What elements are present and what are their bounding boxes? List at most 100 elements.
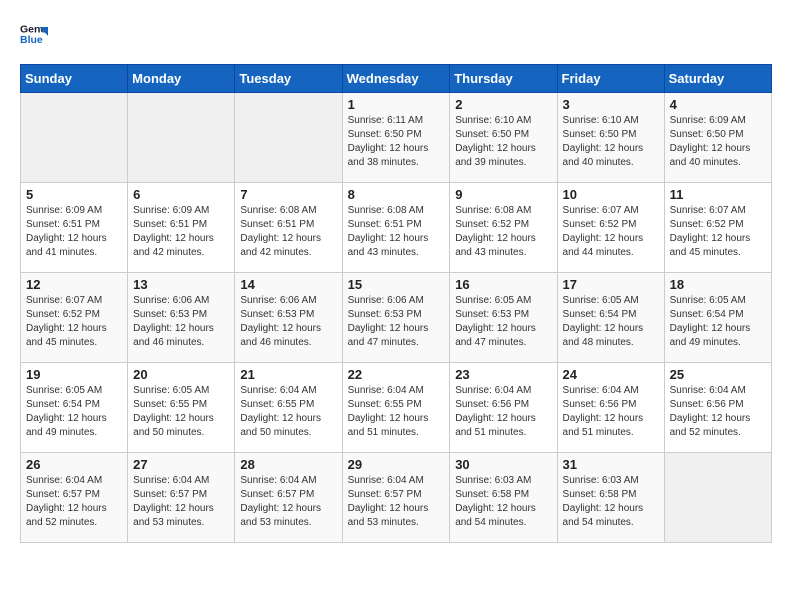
day-info: Sunrise: 6:09 AM Sunset: 6:51 PM Dayligh… xyxy=(133,204,229,260)
day-info: Sunrise: 6:05 AM Sunset: 6:55 PM Dayligh… xyxy=(133,384,229,440)
day-number: 4 xyxy=(670,97,766,112)
day-number: 22 xyxy=(348,367,445,382)
table-row xyxy=(21,93,128,183)
day-number: 15 xyxy=(348,277,445,292)
table-row: 30 Sunrise: 6:03 AM Sunset: 6:58 PM Dayli… xyxy=(450,453,557,543)
day-info: Sunrise: 6:05 AM Sunset: 6:54 PM Dayligh… xyxy=(670,294,766,350)
day-info: Sunrise: 6:06 AM Sunset: 6:53 PM Dayligh… xyxy=(133,294,229,350)
day-info: Sunrise: 6:04 AM Sunset: 6:55 PM Dayligh… xyxy=(348,384,445,440)
table-row: 25 Sunrise: 6:04 AM Sunset: 6:56 PM Dayli… xyxy=(664,363,771,453)
day-number: 9 xyxy=(455,187,551,202)
day-number: 20 xyxy=(133,367,229,382)
table-row: 9 Sunrise: 6:08 AM Sunset: 6:52 PM Daylig… xyxy=(450,183,557,273)
day-info: Sunrise: 6:04 AM Sunset: 6:56 PM Dayligh… xyxy=(670,384,766,440)
table-row: 21 Sunrise: 6:04 AM Sunset: 6:55 PM Dayli… xyxy=(235,363,342,453)
table-row: 29 Sunrise: 6:04 AM Sunset: 6:57 PM Dayli… xyxy=(342,453,450,543)
svg-text:Blue: Blue xyxy=(20,34,43,46)
col-sunday: Sunday xyxy=(21,65,128,93)
day-number: 3 xyxy=(563,97,659,112)
col-saturday: Saturday xyxy=(664,65,771,93)
table-row: 5Sunrise: 6:09 AM Sunset: 6:51 PM Daylig… xyxy=(21,183,128,273)
day-number: 16 xyxy=(455,277,551,292)
page-header: General Blue xyxy=(20,20,772,48)
day-info: Sunrise: 6:05 AM Sunset: 6:53 PM Dayligh… xyxy=(455,294,551,350)
day-info: Sunrise: 6:04 AM Sunset: 6:57 PM Dayligh… xyxy=(26,474,122,530)
table-row: 27 Sunrise: 6:04 AM Sunset: 6:57 PM Dayli… xyxy=(128,453,235,543)
calendar-week-row: 19 Sunrise: 6:05 AM Sunset: 6:54 PM Dayli… xyxy=(21,363,772,453)
day-info: Sunrise: 6:04 AM Sunset: 6:57 PM Dayligh… xyxy=(240,474,336,530)
table-row: 8 Sunrise: 6:08 AM Sunset: 6:51 PM Daylig… xyxy=(342,183,450,273)
col-monday: Monday xyxy=(128,65,235,93)
day-number: 18 xyxy=(670,277,766,292)
day-number: 19 xyxy=(26,367,122,382)
day-info: Sunrise: 6:05 AM Sunset: 6:54 PM Dayligh… xyxy=(563,294,659,350)
table-row: 10 Sunrise: 6:07 AM Sunset: 6:52 PM Dayli… xyxy=(557,183,664,273)
table-row: 18 Sunrise: 6:05 AM Sunset: 6:54 PM Dayli… xyxy=(664,273,771,363)
day-number: 7 xyxy=(240,187,336,202)
calendar-header-row: Sunday Monday Tuesday Wednesday Thursday… xyxy=(21,65,772,93)
table-row: 6 Sunrise: 6:09 AM Sunset: 6:51 PM Daylig… xyxy=(128,183,235,273)
day-info: Sunrise: 6:07 AM Sunset: 6:52 PM Dayligh… xyxy=(670,204,766,260)
day-info: Sunrise: 6:07 AM Sunset: 6:52 PM Dayligh… xyxy=(563,204,659,260)
day-info: Sunrise: 6:04 AM Sunset: 6:56 PM Dayligh… xyxy=(455,384,551,440)
day-info: Sunrise: 6:09 AM Sunset: 6:50 PM Dayligh… xyxy=(670,114,766,170)
day-number: 31 xyxy=(563,457,659,472)
table-row: 31 Sunrise: 6:03 AM Sunset: 6:58 PM Dayli… xyxy=(557,453,664,543)
logo-icon: General Blue xyxy=(20,20,48,48)
day-number: 10 xyxy=(563,187,659,202)
table-row: 22 Sunrise: 6:04 AM Sunset: 6:55 PM Dayli… xyxy=(342,363,450,453)
day-number: 5 xyxy=(26,187,122,202)
table-row: 14Sunrise: 6:06 AM Sunset: 6:53 PM Dayli… xyxy=(235,273,342,363)
day-info: Sunrise: 6:11 AM Sunset: 6:50 PM Dayligh… xyxy=(348,114,445,170)
table-row: 26 Sunrise: 6:04 AM Sunset: 6:57 PM Dayli… xyxy=(21,453,128,543)
day-number: 2 xyxy=(455,97,551,112)
table-row: 11 Sunrise: 6:07 AM Sunset: 6:52 PM Dayli… xyxy=(664,183,771,273)
table-row: 15 Sunrise: 6:06 AM Sunset: 6:53 PM Dayli… xyxy=(342,273,450,363)
day-number: 6 xyxy=(133,187,229,202)
calendar-week-row: 5 Sunrise: 6:09 AM Sunset: 6:51 PM Daylig… xyxy=(21,183,772,273)
col-thursday: Thursday xyxy=(450,65,557,93)
day-info: Sunrise: 6:10 AM Sunset: 6:50 PM Dayligh… xyxy=(455,114,551,170)
day-number: 26 xyxy=(26,457,122,472)
table-row: 2 Sunrise: 6:10 AM Sunset: 6:50 PM Daylig… xyxy=(450,93,557,183)
table-row: 24Sunrise: 6:04 AM Sunset: 6:56 PM Dayli… xyxy=(557,363,664,453)
day-number: 30 xyxy=(455,457,551,472)
table-row: 16 Sunrise: 6:05 AM Sunset: 6:53 PM Dayli… xyxy=(450,273,557,363)
table-row: 23 Sunrise: 6:04 AM Sunset: 6:56 PM Dayli… xyxy=(450,363,557,453)
day-info: Sunrise: 6:10 AM Sunset: 6:50 PM Dayligh… xyxy=(563,114,659,170)
day-number: 29 xyxy=(348,457,445,472)
day-number: 13 xyxy=(133,277,229,292)
day-info: Sunrise: 6:03 AM Sunset: 6:58 PM Dayligh… xyxy=(563,474,659,530)
day-number: 25 xyxy=(670,367,766,382)
day-number: 23 xyxy=(455,367,551,382)
table-row: 28 Sunrise: 6:04 AM Sunset: 6:57 PM Dayli… xyxy=(235,453,342,543)
table-row: 3 Sunrise: 6:10 AM Sunset: 6:50 PM Daylig… xyxy=(557,93,664,183)
calendar-week-row: 12Sunrise: 6:07 AM Sunset: 6:52 PM Dayli… xyxy=(21,273,772,363)
day-info: Sunrise: 6:03 AM Sunset: 6:58 PM Dayligh… xyxy=(455,474,551,530)
table-row: 17 Sunrise: 6:05 AM Sunset: 6:54 PM Dayli… xyxy=(557,273,664,363)
day-number: 27 xyxy=(133,457,229,472)
day-number: 8 xyxy=(348,187,445,202)
day-info: Sunrise: 6:04 AM Sunset: 6:57 PM Dayligh… xyxy=(348,474,445,530)
day-info: Sunrise: 6:05 AM Sunset: 6:54 PM Dayligh… xyxy=(26,384,122,440)
table-row xyxy=(235,93,342,183)
table-row xyxy=(128,93,235,183)
day-number: 21 xyxy=(240,367,336,382)
day-info: Sunrise: 6:04 AM Sunset: 6:55 PM Dayligh… xyxy=(240,384,336,440)
day-info: Sunrise: 6:04 AM Sunset: 6:56 PM Dayligh… xyxy=(563,384,659,440)
day-number: 28 xyxy=(240,457,336,472)
day-info: Sunrise: 6:04 AM Sunset: 6:57 PM Dayligh… xyxy=(133,474,229,530)
table-row xyxy=(664,453,771,543)
table-row: 20 Sunrise: 6:05 AM Sunset: 6:55 PM Dayli… xyxy=(128,363,235,453)
day-info: Sunrise: 6:08 AM Sunset: 6:52 PM Dayligh… xyxy=(455,204,551,260)
table-row: 13 Sunrise: 6:06 AM Sunset: 6:53 PM Dayli… xyxy=(128,273,235,363)
calendar-week-row: 26 Sunrise: 6:04 AM Sunset: 6:57 PM Dayli… xyxy=(21,453,772,543)
day-number: 17 xyxy=(563,277,659,292)
day-number: 12 xyxy=(26,277,122,292)
col-friday: Friday xyxy=(557,65,664,93)
day-info: Sunrise: 6:08 AM Sunset: 6:51 PM Dayligh… xyxy=(348,204,445,260)
table-row: 4 Sunrise: 6:09 AM Sunset: 6:50 PM Daylig… xyxy=(664,93,771,183)
day-number: 11 xyxy=(670,187,766,202)
day-info: Sunrise: 6:06 AM Sunset: 6:53 PM Dayligh… xyxy=(348,294,445,350)
day-number: 1 xyxy=(348,97,445,112)
